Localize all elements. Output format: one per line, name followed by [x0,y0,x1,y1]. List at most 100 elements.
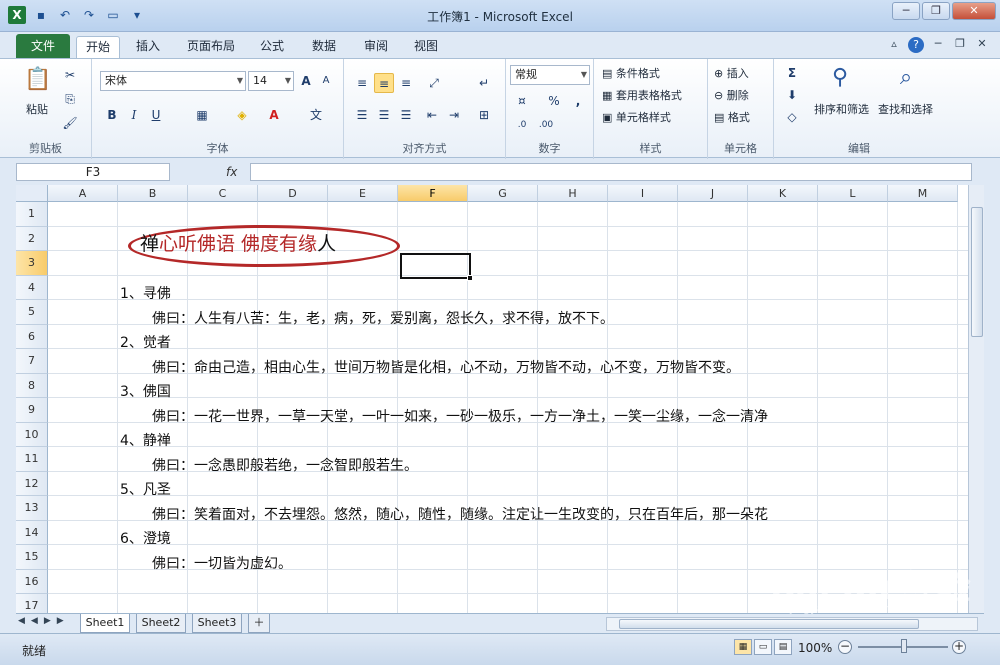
autosum-button[interactable]: Σ [782,63,802,83]
formula-input[interactable] [250,163,972,181]
cell-b6[interactable]: 2、觉者 [120,332,171,352]
find-select-button[interactable]: 查找和选择 [878,101,933,117]
underline-button[interactable]: U [146,105,166,125]
align-top-icon[interactable]: ≡ [352,73,372,93]
row-header-13[interactable]: 13 [16,496,48,521]
zoom-level[interactable]: 100% [798,641,832,655]
row-header-7[interactable]: 7 [16,349,48,374]
cell-b12[interactable]: 5、凡圣 [120,479,171,499]
column-header-c[interactable]: C [188,185,258,202]
grow-font-button[interactable]: A [296,71,316,91]
cell-b9[interactable]: 佛曰：一花一世界，一草一天堂，一叶一如来，一砂一极乐，一方一净土，一笑一尘缘，一… [152,406,768,426]
name-box[interactable]: F3 [16,163,170,181]
row-header-9[interactable]: 9 [16,398,48,423]
insert-cells-button[interactable]: ⊕ 插入 [714,65,749,81]
horizontal-scroll-thumb[interactable] [619,619,919,629]
column-header-i[interactable]: I [608,185,678,202]
column-header-j[interactable]: J [678,185,748,202]
column-header-m[interactable]: M [888,185,958,202]
cut-icon[interactable]: ✂ [60,65,80,85]
paste-icon[interactable]: 📋 [22,63,54,97]
delete-cells-button[interactable]: ⊖ 删除 [714,87,749,103]
number-format-select[interactable]: 常规 ▼ [510,65,590,85]
tab-insert[interactable]: 插入 [128,36,168,58]
row-header-5[interactable]: 5 [16,300,48,325]
row-header-14[interactable]: 14 [16,520,48,545]
column-header-l[interactable]: L [818,185,888,202]
row-header-3[interactable]: 3 [16,251,48,276]
sort-filter-icon[interactable]: ⚲ [824,61,856,95]
vertical-scroll-thumb[interactable] [971,207,983,337]
insert-function-button[interactable]: fx [226,163,246,181]
doc-close-icon[interactable]: ✕ [974,37,990,53]
cell-b13[interactable]: 佛曰：笑着面对，不去埋怨。悠然，随心，随性，随缘。注定让一生改变的，只在百年后，… [152,504,768,524]
zoom-in-icon[interactable]: + [952,640,966,654]
doc-restore-icon[interactable]: ❐ [952,37,968,53]
font-color-icon[interactable]: A [264,105,284,125]
tab-view[interactable]: 视图 [406,36,446,58]
help-icon[interactable]: ? [908,37,924,53]
merge-center-icon[interactable]: ⊞ [474,105,494,125]
restore-button[interactable]: ❐ [922,2,950,20]
row-header-6[interactable]: 6 [16,324,48,349]
column-header-k[interactable]: K [748,185,818,202]
sheet-nav-icons[interactable]: ◀◀▶▶ [18,616,70,626]
comma-button[interactable]: , [568,91,588,111]
column-header-a[interactable]: A [48,185,118,202]
percent-button[interactable]: % [544,91,564,111]
currency-icon[interactable]: ¤ [512,91,532,111]
tab-review[interactable]: 审阅 [356,36,396,58]
insert-sheet-icon[interactable]: ＋ [248,614,270,633]
cell-styles-button[interactable]: ▣ 单元格样式 [602,109,671,125]
cell-b10[interactable]: 4、静禅 [120,430,171,450]
clear-icon[interactable]: ◇ [782,107,802,127]
find-select-icon[interactable]: ⌕ [890,61,922,95]
fill-color-icon[interactable]: ◈ [232,105,252,125]
italic-button[interactable]: I [124,105,144,125]
row-header-1[interactable]: 1 [16,202,48,227]
align-middle-icon[interactable]: ≡ [374,73,394,93]
normal-view-icon[interactable]: ▦ [734,639,752,655]
row-header-12[interactable]: 12 [16,471,48,496]
tab-file[interactable]: 文件 [16,34,70,58]
worksheet-grid[interactable]: ABCDEFGHIJKLM 1 2 3 4 5 6 7 8 9 10 11 12 13 14 15 16 17 … [16,185,968,613]
font-name-select[interactable]: 宋体 ▼ [100,71,246,91]
minimize-button[interactable]: ─ [892,2,920,20]
zoom-slider-knob[interactable] [901,639,907,653]
sheet-tab-1[interactable]: Sheet1 [80,614,130,633]
vertical-scrollbar[interactable] [968,185,984,613]
align-center-icon[interactable]: ☰ [374,105,394,125]
decrease-decimal-icon[interactable]: .00 [536,115,556,135]
sheet-tab-3[interactable]: Sheet3 [192,614,242,633]
row-header-4[interactable]: 4 [16,275,48,300]
decrease-indent-icon[interactable]: ⇤ [422,105,442,125]
column-header-b[interactable]: B [118,185,188,202]
doc-minimize-icon[interactable]: ─ [930,37,946,53]
tab-page-layout[interactable]: 页面布局 [178,36,244,58]
row-header-16[interactable]: 16 [16,569,48,594]
tab-data[interactable]: 数据 [304,36,344,58]
format-painter-icon[interactable]: 🖌 [60,113,80,133]
row-header-17[interactable]: 17 [16,594,48,613]
fill-handle[interactable] [467,275,473,281]
column-header-d[interactable]: D [258,185,328,202]
cell-b11[interactable]: 佛曰：一念愚即般若绝，一念智即般若生。 [152,455,418,475]
select-all-corner[interactable] [16,185,48,202]
row-header-8[interactable]: 8 [16,373,48,398]
cell-b7[interactable]: 佛曰：命由己造，相由心生，世间万物皆是化相，心不动，万物皆不动，心不变，万物皆不… [152,357,740,377]
page-break-view-icon[interactable]: ▤ [774,639,792,655]
orientation-icon[interactable]: ⤢ [424,73,444,93]
align-left-icon[interactable]: ☰ [352,105,372,125]
format-cells-button[interactable]: ▤ 格式 [714,109,750,125]
active-cell-selection[interactable] [400,253,471,279]
tab-formulas[interactable]: 公式 [252,36,292,58]
cell-b5[interactable]: 佛曰：人生有八苦：生，老，病，死，爱别离，怨长久，求不得，放不下。 [152,308,614,328]
wrap-text-icon[interactable]: ↵ [474,73,494,93]
increase-indent-icon[interactable]: ⇥ [444,105,464,125]
fill-icon[interactable]: ⬇ [782,85,802,105]
paste-button[interactable]: 粘贴 [26,101,48,117]
border-icon[interactable]: ▦ [192,105,212,125]
column-header-g[interactable]: G [468,185,538,202]
cell-b4[interactable]: 1、寻佛 [120,283,171,303]
font-size-select[interactable]: 14 ▼ [248,71,294,91]
